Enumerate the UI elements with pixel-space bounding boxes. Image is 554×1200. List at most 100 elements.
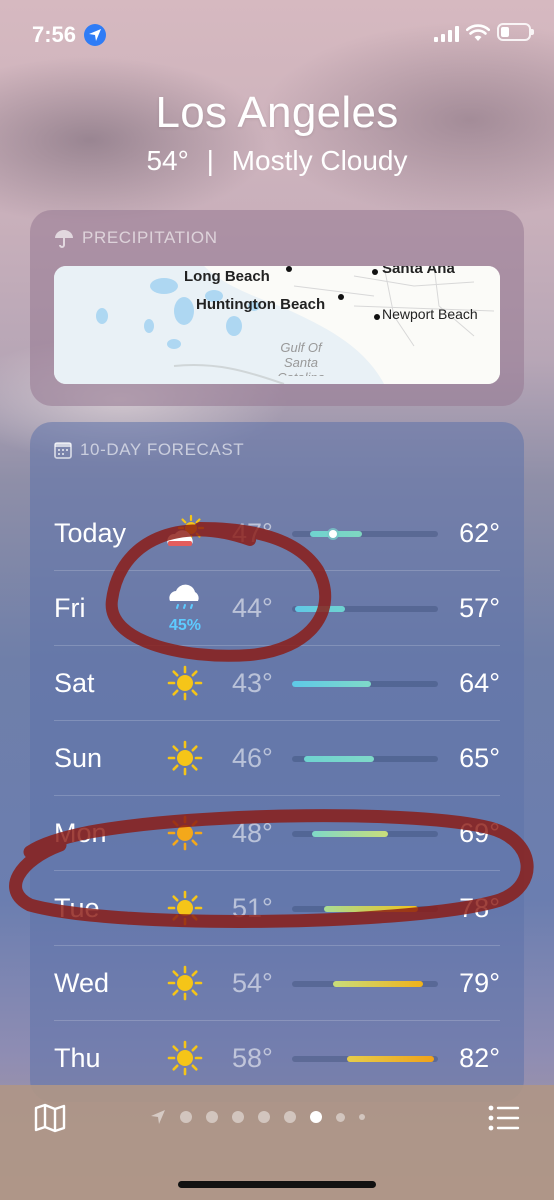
temperature-range-fill: [292, 681, 371, 687]
low-temp: 54°: [232, 968, 273, 998]
forecast-title: 10-DAY FORECAST: [80, 440, 245, 459]
sun-icon: [162, 735, 208, 781]
precipitation-card[interactable]: PRECIPITATION Long Beach Santa Ana Hunti…: [30, 210, 524, 406]
high-temp: 82°: [459, 1043, 500, 1073]
sun-icon: [162, 810, 208, 856]
forecast-day: Fri: [54, 593, 86, 623]
low-temp: 46°: [232, 743, 273, 773]
sun-icon: [162, 960, 208, 1006]
page-dot[interactable]: [336, 1112, 345, 1122]
page-dot[interactable]: [258, 1111, 270, 1123]
map-marker: [338, 294, 344, 300]
forecast-row-today[interactable]: Today 47° 62°: [54, 496, 500, 570]
temperature-range-bar: [292, 530, 438, 538]
map-label-gulf-line: Gulf Of: [280, 340, 322, 355]
page-dot[interactable]: [310, 1111, 322, 1123]
map-marker: [372, 269, 378, 275]
cloud-rain-icon: [162, 575, 208, 621]
temperature-range-fill: [312, 831, 389, 837]
calendar-icon: [54, 442, 72, 459]
precipitation-map[interactable]: Long Beach Santa Ana Huntington Beach Ne…: [54, 266, 500, 384]
forecast-row-wed[interactable]: Wed 54° 79°: [54, 945, 500, 1020]
forecast-header: 10-DAY FORECAST: [54, 440, 244, 460]
forecast-rows: Today 47° 62° Fri 45% 44° 57° Sat 43° 64° Sun 46°…: [54, 496, 500, 1095]
high-temp: 64°: [459, 668, 500, 698]
home-indicator[interactable]: [178, 1181, 376, 1188]
ten-day-forecast-card[interactable]: 10-DAY FORECAST Today 47° 62° Fri 45% 44° 57…: [30, 422, 524, 1102]
cellular-signal-icon: [434, 26, 459, 42]
current-temp-marker: [328, 530, 337, 538]
map-label-santa-ana: Santa Ana: [382, 266, 455, 277]
forecast-day: Wed: [54, 968, 110, 998]
sun-icon: [162, 885, 208, 931]
forecast-row-sun[interactable]: Sun 46° 65°: [54, 720, 500, 795]
city-name: Los Angeles: [155, 88, 399, 137]
forecast-day: Today: [54, 518, 127, 548]
forecast-day: Tue: [54, 893, 100, 923]
umbrella-icon: [55, 230, 73, 248]
precipitation-header: PRECIPITATION: [54, 228, 218, 248]
high-temp: 62°: [459, 518, 500, 548]
low-temp: 58°: [232, 1043, 273, 1073]
temperature-range-fill: [324, 906, 418, 912]
forecast-day: Sun: [54, 743, 103, 773]
temperature-range-bar: [292, 756, 438, 762]
forecast-day: Mon: [54, 818, 107, 848]
battery-icon: [497, 23, 534, 41]
location-arrow-icon: [84, 24, 106, 46]
map-label-long-beach: Long Beach: [184, 268, 270, 285]
map-label-gulf-line: Santa: [284, 355, 318, 370]
forecast-row-tue[interactable]: Tue 51° 78°: [54, 870, 500, 945]
low-temp: 48°: [232, 818, 273, 848]
forecast-row-sat[interactable]: Sat 43° 64°: [54, 645, 500, 720]
map-label-newport-beach: Newport Beach: [382, 306, 478, 322]
high-temp: 69°: [459, 818, 500, 848]
status-time: 7:56: [32, 22, 77, 47]
temperature-range-bar: [292, 981, 438, 987]
high-temp: 65°: [459, 743, 500, 773]
low-temp: 51°: [232, 893, 273, 923]
forecast-day: Thu: [54, 1043, 101, 1073]
sun-icon: [162, 660, 208, 706]
bottom-toolbar: [0, 1085, 554, 1200]
list-icon[interactable]: [488, 1105, 520, 1131]
page-dot[interactable]: [359, 1114, 365, 1120]
current-condition: Mostly Cloudy: [231, 145, 408, 176]
forecast-row-mon[interactable]: Mon 48° 69°: [54, 795, 500, 870]
temperature-range-bar: [292, 681, 438, 687]
high-temp: 57°: [459, 593, 500, 623]
temperature-range-fill: [303, 756, 374, 762]
precip-chance: 45%: [168, 617, 202, 634]
map-icon[interactable]: [34, 1103, 66, 1133]
page-indicator[interactable]: [150, 1109, 365, 1125]
page-dot[interactable]: [206, 1111, 218, 1123]
temperature-range-bar: [292, 606, 438, 612]
forecast-day: Sat: [54, 668, 95, 698]
high-temp: 78°: [459, 893, 500, 923]
wifi-icon: [466, 24, 490, 41]
page-dot[interactable]: [284, 1111, 296, 1123]
current-summary: 54° | Mostly Cloudy: [0, 145, 554, 177]
page-dot[interactable]: [232, 1111, 244, 1123]
map-label-huntington-beach: Huntington Beach: [196, 296, 326, 313]
temperature-range-fill: [294, 606, 345, 612]
precipitation-title: PRECIPITATION: [82, 228, 218, 247]
page-dot[interactable]: [180, 1111, 192, 1123]
high-temp: 79°: [459, 968, 500, 998]
partly-cloudy-sun-icon: [162, 510, 208, 556]
temperature-range-bar: [292, 906, 438, 912]
map-marker: [374, 314, 380, 320]
current-temperature: 54°: [146, 145, 189, 176]
temperature-range-fill: [332, 981, 424, 987]
temperature-range-bar: [292, 831, 438, 837]
map-label-gulf: Gulf Of Santa Catalina: [266, 340, 336, 376]
summary-separator: |: [206, 145, 214, 176]
low-temp: 43°: [232, 668, 273, 698]
sun-icon: [162, 1035, 208, 1081]
map-marker: [286, 266, 292, 272]
low-temp: 47°: [232, 518, 273, 548]
forecast-row-thu[interactable]: Thu 58° 82°: [54, 1020, 500, 1095]
location-arrow-icon[interactable]: [150, 1109, 166, 1125]
map-label-gulf-line: Catalina: [266, 370, 336, 376]
forecast-row-fri[interactable]: Fri 45% 44° 57°: [54, 570, 500, 645]
